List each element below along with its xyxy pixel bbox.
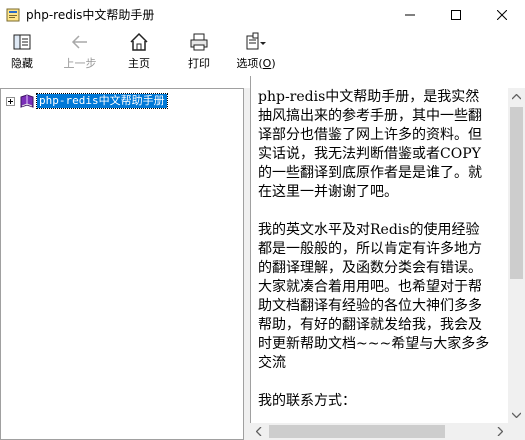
print-button[interactable]: 打印 (182, 29, 216, 72)
vertical-scrollbar[interactable] (508, 88, 525, 423)
home-label: 主页 (128, 57, 150, 70)
topic-content-pane: php-redis中文帮助手册，是我实然抽风搞出来的参考手册，其中一些翻译部分也… (250, 76, 525, 440)
toolbar: 隐藏 上一步 主页 打印 选项(O) (0, 29, 525, 72)
vertical-scroll-thumb[interactable] (510, 107, 523, 279)
scrollbar-corner (508, 423, 525, 440)
maximize-icon (451, 9, 461, 20)
help-book-icon (6, 8, 20, 21)
back-label: 上一步 (63, 57, 97, 70)
topic-text: php-redis中文帮助手册，是我实然抽风搞出来的参考手册，其中一些翻译部分也… (258, 88, 491, 430)
print-label: 打印 (188, 57, 210, 70)
expand-plus-icon[interactable] (6, 96, 15, 106)
chevron-up-icon (512, 93, 521, 99)
chevron-right-icon (497, 427, 503, 436)
chevron-left-icon (255, 427, 261, 436)
options-label: 选项(O) (236, 57, 276, 70)
horizontal-scroll-thumb[interactable] (269, 425, 445, 438)
content-paragraph: 我的联系方式： (258, 393, 356, 409)
hide-label: 隐藏 (11, 57, 33, 70)
minimize-icon (405, 14, 415, 15)
hide-button[interactable]: 隐藏 (6, 29, 38, 72)
title-bar: php-redis中文帮助手册 (0, 0, 525, 29)
window-title: php-redis中文帮助手册 (26, 8, 155, 22)
book-icon (20, 94, 34, 108)
tree-item[interactable]: php-redis中文帮助手册 (6, 93, 168, 109)
close-button[interactable] (479, 0, 525, 29)
home-button[interactable]: 主页 (122, 29, 156, 72)
scroll-right-button[interactable] (491, 423, 508, 440)
scroll-down-button[interactable] (508, 406, 525, 423)
minimize-button[interactable] (387, 0, 433, 29)
chevron-down-icon (512, 412, 521, 418)
close-icon (497, 9, 507, 20)
content-paragraph: php-redis中文帮助手册，是我实然抽风搞出来的参考手册，其中一些翻译部分也… (258, 89, 482, 200)
back-button[interactable]: 上一步 (58, 29, 102, 72)
options-button[interactable]: 选项(O) (232, 29, 280, 72)
scroll-left-button[interactable] (250, 423, 267, 440)
contents-tree-pane[interactable]: php-redis中文帮助手册 (0, 88, 244, 440)
hide-pane-icon (11, 31, 33, 53)
content-paragraph: 我的英文水平及对Redis的使用经验都是一般般的，所以肯定有许多地方的翻译理解，… (258, 222, 490, 371)
scroll-up-button[interactable] (508, 88, 525, 105)
tree-item-label[interactable]: php-redis中文帮助手册 (36, 93, 168, 109)
printer-icon (188, 31, 210, 53)
home-icon (128, 31, 150, 53)
arrow-left-icon (69, 31, 91, 53)
options-icon (245, 31, 267, 53)
horizontal-scrollbar[interactable] (250, 423, 508, 440)
maximize-button[interactable] (433, 0, 479, 29)
